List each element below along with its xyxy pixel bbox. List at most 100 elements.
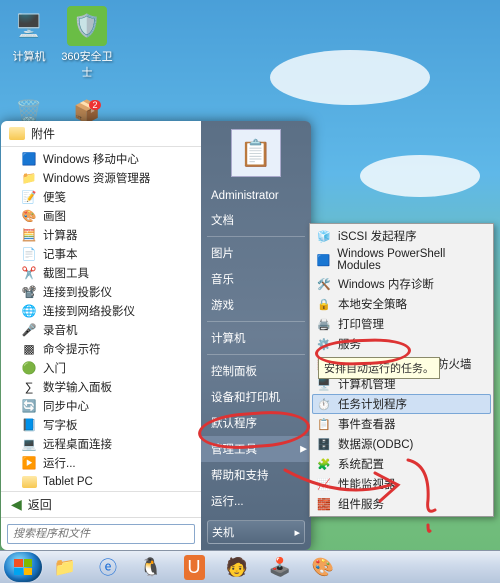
- user-name[interactable]: Administrator: [201, 185, 311, 207]
- program-item[interactable]: ▶️ 运行...: [1, 453, 201, 472]
- submenu-item[interactable]: ⚙️ 服务: [312, 334, 491, 354]
- start-right-item[interactable]: 音乐: [201, 266, 311, 292]
- program-item[interactable]: 📘写字板: [1, 415, 201, 434]
- user-avatar[interactable]: 📋: [231, 129, 281, 177]
- program-item[interactable]: 🧮计算器: [1, 225, 201, 244]
- tool-icon: 🖨️: [316, 316, 332, 332]
- program-item[interactable]: 📄记事本: [1, 244, 201, 263]
- app-icon: ∑: [25, 380, 34, 394]
- submenu-item[interactable]: 📋事件查看器: [312, 414, 491, 434]
- submenu-label: 数据源(ODBC): [338, 436, 413, 452]
- pin-icon: 🕹️: [265, 555, 295, 580]
- start-right-item[interactable]: 控制面板: [201, 358, 311, 384]
- back-button[interactable]: ◀ 返回: [1, 491, 201, 517]
- program-item[interactable]: 📁Windows 资源管理器: [1, 168, 201, 187]
- taskbar-pin-uc[interactable]: U: [174, 554, 214, 581]
- taskbar-pin-explorer[interactable]: 📁: [45, 554, 85, 581]
- program-item[interactable]: 💻远程桌面连接: [1, 434, 201, 453]
- submenu-label: 系统配置: [338, 456, 384, 472]
- program-item[interactable]: 📝便笺: [1, 187, 201, 206]
- program-item[interactable]: 🟢入门: [1, 358, 201, 377]
- start-right-item[interactable]: 计算机: [201, 325, 311, 351]
- program-label: 计算器: [43, 227, 78, 243]
- program-label: 连接到投影仪: [43, 284, 112, 300]
- start-right-item[interactable]: 默认程序: [201, 410, 311, 436]
- submenu-label: Windows 内存诊断: [338, 276, 434, 292]
- program-label: 连接到网络投影仪: [43, 303, 135, 319]
- desktop-icon[interactable]: 🖥️计算机: [2, 6, 56, 64]
- submenu-item[interactable]: 🖨️打印管理: [312, 314, 491, 334]
- program-item[interactable]: 🎨画图: [1, 206, 201, 225]
- submenu-item[interactable]: 🛠️ Windows 内存诊断: [312, 274, 491, 294]
- submenu-item[interactable]: 🟦Windows PowerShell Modules: [312, 246, 491, 274]
- program-item[interactable]: 📽️连接到投影仪: [1, 282, 201, 301]
- pin-icon: 🐧: [136, 555, 166, 580]
- program-item[interactable]: ▩命令提示符: [1, 339, 201, 358]
- program-item[interactable]: 🌐连接到网络投影仪: [1, 301, 201, 320]
- desktop-icon[interactable]: 🛡️360安全卫士: [60, 6, 114, 80]
- item-label: 计算机: [211, 333, 246, 345]
- folder-icon: [9, 127, 25, 140]
- program-label: 运行...: [43, 455, 76, 471]
- program-item[interactable]: 🎤录音机: [1, 320, 201, 339]
- start-button[interactable]: [4, 552, 42, 582]
- submenu-item[interactable]: 🔒本地安全策略: [312, 294, 491, 314]
- pin-icon: ⓔ: [95, 552, 121, 582]
- start-right-item[interactable]: 文档: [201, 207, 311, 233]
- submenu-item[interactable]: 🗄️数据源(ODBC): [312, 434, 491, 454]
- tool-icon: 🔒: [316, 296, 332, 312]
- program-label: 入门: [43, 360, 66, 376]
- submenu-item[interactable]: 📈性能监视器: [312, 474, 491, 494]
- start-right-item[interactable]: 管理工具▶: [201, 436, 311, 462]
- app-icon: ▶️: [22, 456, 37, 470]
- taskbar-pin-ie[interactable]: ⓔ: [88, 554, 128, 581]
- submenu-item[interactable]: 🧩系统配置: [312, 454, 491, 474]
- folder-icon: [22, 476, 37, 488]
- item-label: 运行...: [211, 496, 244, 508]
- start-right-item[interactable]: 图片: [201, 240, 311, 266]
- submenu-item[interactable]: 🧱组件服务: [312, 494, 491, 514]
- chevron-right-icon: ▸: [294, 526, 300, 539]
- submenu-label: 服务: [338, 336, 361, 352]
- start-right-item[interactable]: 运行...: [201, 488, 311, 514]
- search-input[interactable]: [7, 524, 195, 544]
- program-item[interactable]: Tablet PC: [1, 472, 201, 491]
- start-right-item[interactable]: 游戏: [201, 292, 311, 318]
- tool-icon: 🧊: [316, 228, 332, 244]
- program-label: Windows 移动中心: [43, 151, 139, 167]
- tool-icon: 📋: [316, 416, 332, 432]
- program-label: 便笺: [43, 189, 66, 205]
- start-right-item[interactable]: 设备和打印机: [201, 384, 311, 410]
- taskbar-pin-app3[interactable]: 🎨: [303, 554, 343, 581]
- item-label: 音乐: [211, 274, 234, 286]
- shutdown-button[interactable]: 关机 ▸: [207, 520, 305, 544]
- search-row: [1, 517, 201, 550]
- pin-icon: 🎨: [308, 555, 338, 580]
- tool-icon: 🧱: [316, 496, 332, 512]
- programs-folder-label: 附件: [31, 125, 55, 142]
- taskbar-pin-app1[interactable]: 🧑: [217, 554, 257, 581]
- program-label: 录音机: [43, 322, 78, 338]
- item-label: 文档: [211, 215, 234, 227]
- programs-folder-header[interactable]: 附件: [1, 121, 201, 147]
- program-item[interactable]: ∑数学输入面板: [1, 377, 201, 396]
- app-icon: 🎨: [22, 209, 37, 223]
- tool-icon: 🛠️: [316, 276, 332, 292]
- app-icon: 🟦: [22, 152, 37, 166]
- program-label: 远程桌面连接: [43, 436, 112, 452]
- taskbar-pin-app2[interactable]: 🕹️: [260, 554, 300, 581]
- program-item[interactable]: ✂️截图工具: [1, 263, 201, 282]
- program-label: Tablet PC: [43, 476, 93, 488]
- submenu-item[interactable]: ⏱️任务计划程序: [312, 394, 491, 414]
- pin-icon: 📁: [50, 555, 80, 580]
- item-label: 游戏: [211, 300, 234, 312]
- program-item[interactable]: 🟦 Windows 移动中心: [1, 149, 201, 168]
- tool-icon: ⚙️: [316, 336, 332, 352]
- taskbar: 📁 ⓔ 🐧 U🧑 🕹️ 🎨: [0, 550, 500, 583]
- program-label: Windows 资源管理器: [43, 170, 150, 186]
- start-right-item[interactable]: 帮助和支持: [201, 462, 311, 488]
- taskbar-pin-qq[interactable]: 🐧: [131, 554, 171, 581]
- app-icon: 📘: [22, 418, 37, 432]
- program-item[interactable]: 🔄同步中心: [1, 396, 201, 415]
- submenu-item[interactable]: 🧊iSCSI 发起程序: [312, 226, 491, 246]
